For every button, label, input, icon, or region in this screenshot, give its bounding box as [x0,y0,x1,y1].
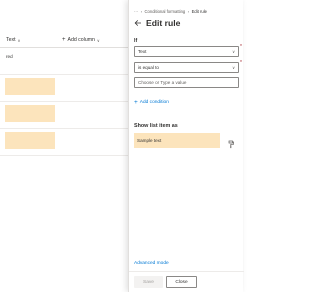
table-row[interactable] [0,75,128,102]
table-cell: red [6,54,13,59]
chevron-right-icon: › [187,9,190,14]
save-button[interactable]: Save [134,276,163,288]
value-input[interactable]: Choose or Type a value [134,77,239,88]
highlighted-cell [5,78,55,95]
chevron-down-icon: ∨ [232,64,235,70]
table-row[interactable] [0,102,128,129]
list-view: Text ∨ + Add column ∨ red [0,0,128,292]
chevron-down-icon: ∨ [17,37,21,43]
column-header-row: Text ∨ + Add column ∨ [0,34,128,48]
breadcrumb-conditional-formatting[interactable]: Conditional formatting [145,9,186,14]
column-select-value: Text [138,49,147,55]
sample-preview: Sample text [134,133,220,148]
column-header-text[interactable]: Text ∨ [6,37,20,43]
chevron-down-icon: ∨ [96,37,100,43]
table-row[interactable]: red [0,48,128,75]
page-title: Edit rule [146,18,181,28]
highlighted-cell [5,132,55,149]
table-row[interactable] [0,129,128,156]
required-marker: * [240,60,242,66]
show-list-item-as-label: Show list item as [134,123,178,129]
plus-icon: + [62,36,66,43]
breadcrumb-edit-rule: Edit rule [191,9,207,14]
back-arrow-icon[interactable] [134,19,142,27]
advanced-mode-link[interactable]: Advanced mode [134,261,169,266]
footer-divider [129,271,244,272]
add-column-button[interactable]: + Add column ∨ [62,36,100,44]
more-icon[interactable]: ··· [134,9,138,14]
plus-icon: + [134,99,138,106]
edit-rule-panel: ··· › Conditional formatting › Edit rule… [128,0,244,292]
column-select[interactable]: Text ∨ [134,46,239,57]
value-input-placeholder: Choose or Type a value [138,80,187,86]
highlighted-cell [5,105,55,122]
add-condition-label: Add condition [139,100,169,105]
sample-text: Sample text [137,137,162,143]
add-condition-button[interactable]: + Add condition [134,99,169,106]
format-brush-icon[interactable] [226,136,235,149]
required-marker: * [240,44,242,50]
chevron-right-icon: › [140,9,143,14]
if-label: If [134,38,138,44]
column-header-label: Text [6,37,16,43]
close-button[interactable]: Close [166,276,197,288]
operator-select-value: is equal to [138,65,159,71]
add-column-label: Add column [67,37,95,43]
chevron-down-icon: ∨ [232,48,235,54]
operator-select[interactable]: is equal to ∨ [134,62,239,73]
breadcrumb: ··· › Conditional formatting › Edit rule [134,9,207,14]
